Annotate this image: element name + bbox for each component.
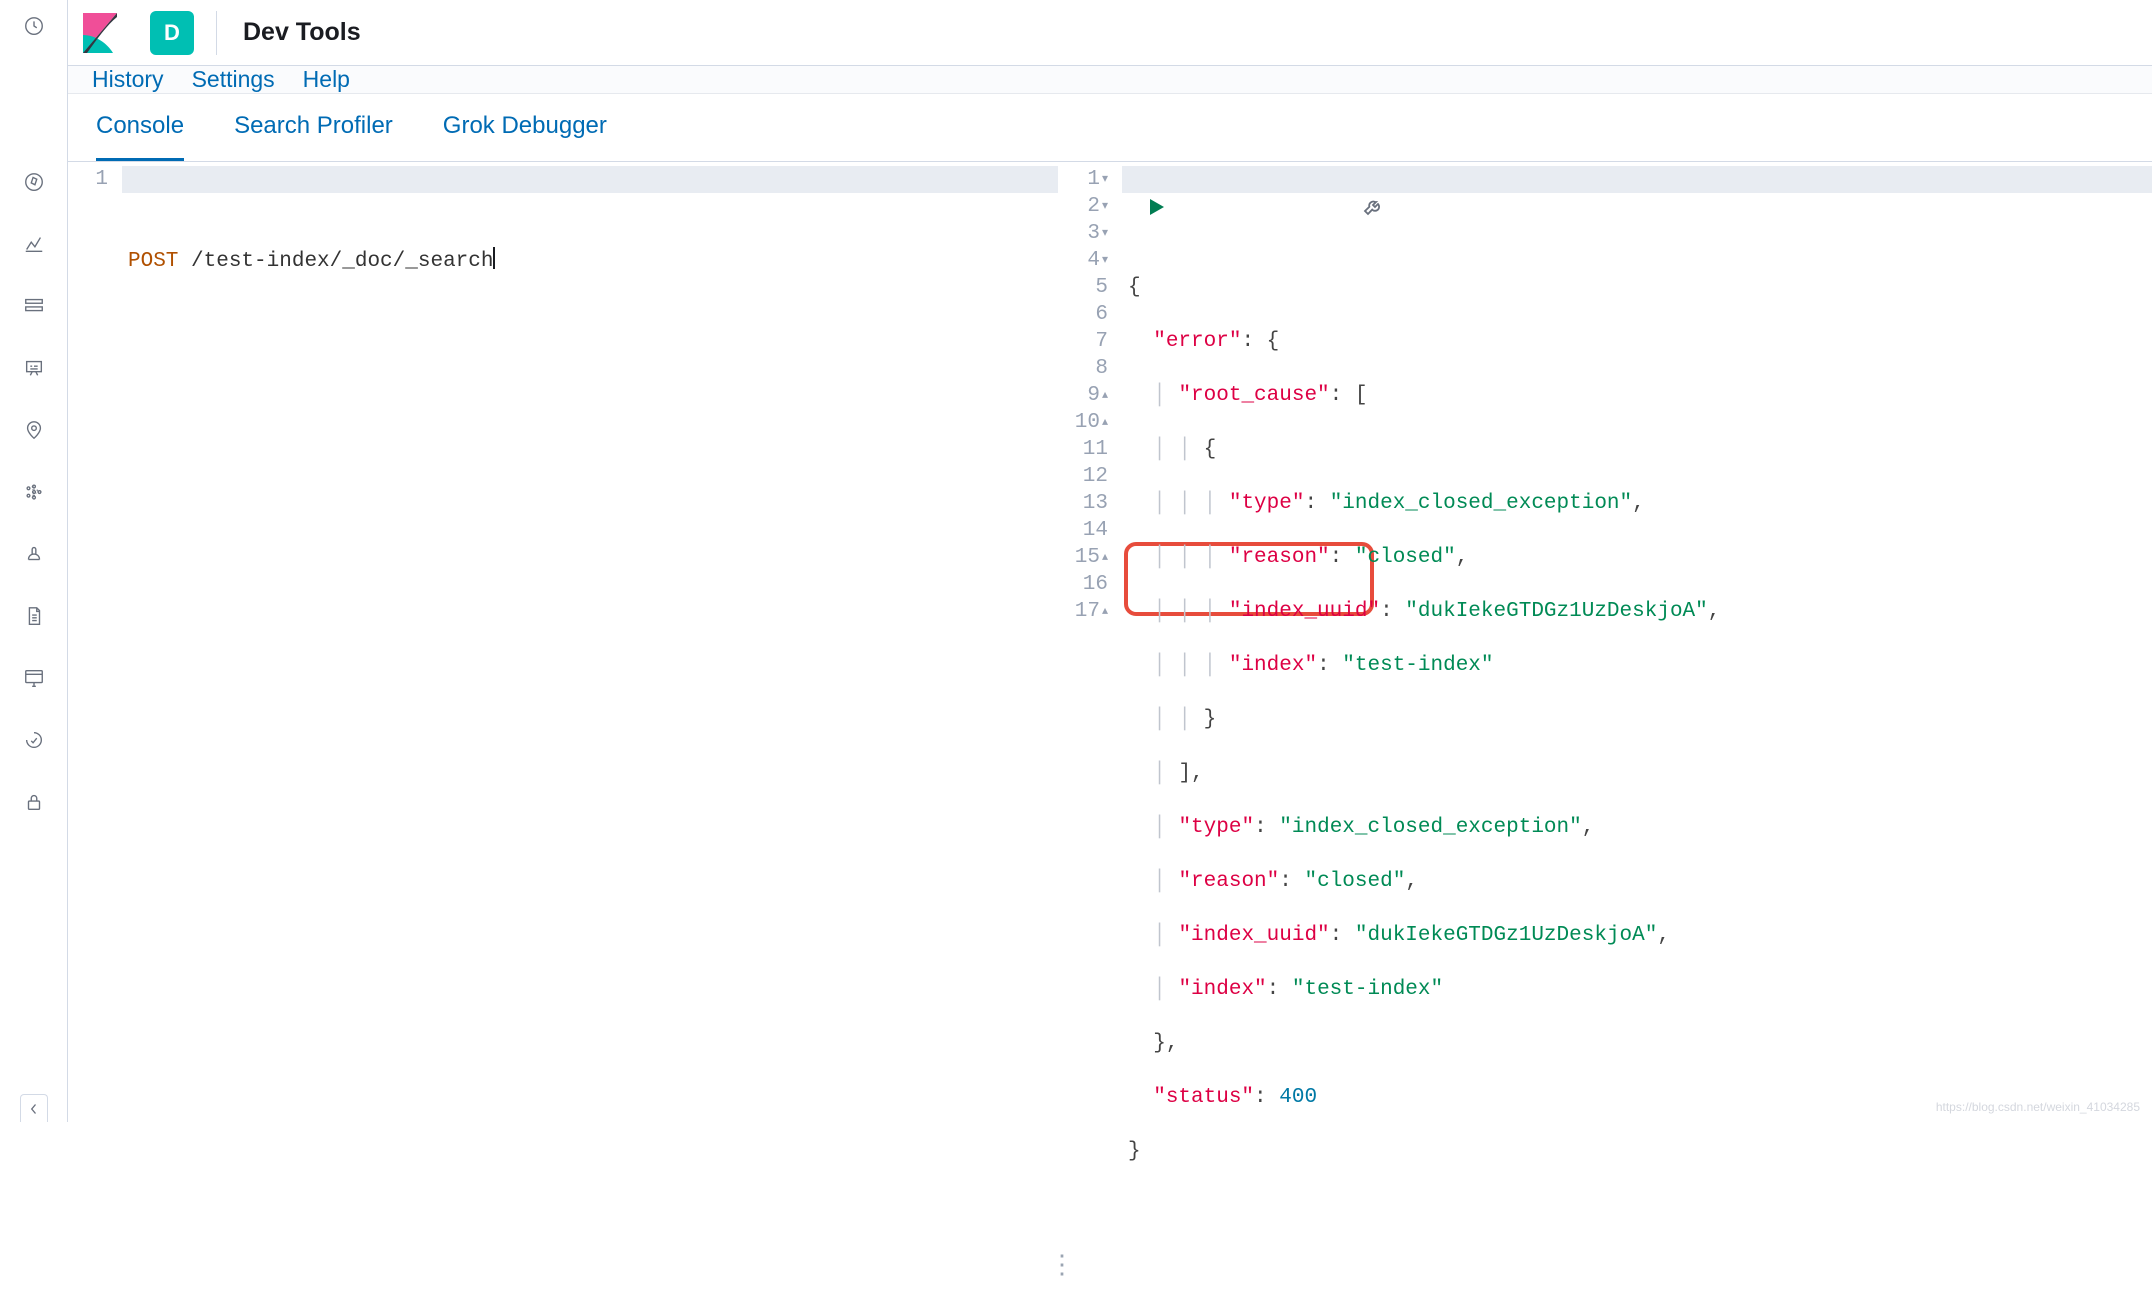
line-number: 16 — [1083, 573, 1108, 596]
tab-console[interactable]: Console — [96, 112, 184, 161]
line-number: 17 — [1075, 600, 1100, 623]
line-number: 10 — [1075, 411, 1100, 434]
topbar: D Dev Tools — [68, 0, 2152, 66]
discover-icon[interactable] — [20, 168, 48, 196]
line-number: 6 — [1095, 303, 1108, 326]
kibana-logo[interactable] — [68, 0, 132, 66]
line-number: 5 — [1095, 276, 1108, 299]
dashboard-icon[interactable] — [20, 292, 48, 320]
line-number: 1 — [68, 166, 112, 193]
line-number: 14 — [1083, 519, 1108, 542]
request-code[interactable]: POST /test-index/_doc/_search — [122, 162, 1058, 1304]
recent-icon[interactable] — [20, 12, 48, 40]
fold-icon[interactable]: ▴ — [1100, 415, 1108, 429]
menu-history[interactable]: History — [92, 66, 164, 93]
apm-icon[interactable] — [20, 664, 48, 692]
line-number: 7 — [1095, 330, 1108, 353]
logs-icon[interactable] — [20, 602, 48, 630]
split-handle[interactable]: ⋮ — [1056, 162, 1060, 1304]
line-number: 15 — [1075, 546, 1100, 569]
tab-search-profiler[interactable]: Search Profiler — [234, 112, 393, 161]
security-icon[interactable] — [20, 788, 48, 816]
global-sidebar — [0, 0, 68, 1122]
editor-split: 1 POST /test-index/_doc/_search — [68, 162, 2152, 1304]
active-line-highlight — [122, 166, 1058, 193]
infrastructure-icon[interactable] — [20, 540, 48, 568]
line-number: 9 — [1087, 384, 1100, 407]
fold-icon[interactable]: ▾ — [1100, 253, 1108, 267]
request-path: /test-index/_doc/_search — [178, 250, 493, 273]
line-number: 11 — [1083, 438, 1108, 461]
uptime-icon[interactable] — [20, 726, 48, 754]
maps-icon[interactable] — [20, 416, 48, 444]
page-title: Dev Tools — [243, 18, 361, 47]
response-json: { "error": { │ "root_cause": [ │ │ { │ │… — [1128, 247, 2152, 1219]
request-gutter: 1 — [68, 162, 122, 1304]
visualize-icon[interactable] — [20, 230, 48, 258]
fold-icon[interactable]: ▴ — [1100, 388, 1108, 402]
menu-settings[interactable]: Settings — [192, 66, 275, 93]
fold-icon[interactable]: ▴ — [1100, 604, 1108, 618]
menubar: History Settings Help — [68, 66, 2152, 94]
request-pane[interactable]: 1 POST /test-index/_doc/_search — [68, 162, 1058, 1304]
collapse-icon[interactable] — [20, 1094, 48, 1122]
text-cursor — [493, 247, 495, 269]
http-method: POST — [128, 250, 178, 273]
canvas-icon[interactable] — [20, 354, 48, 382]
ml-icon[interactable] — [20, 478, 48, 506]
line-number: 12 — [1083, 465, 1108, 488]
response-pane[interactable]: 1▾ 2▾ 3▾ 4▾ 5 6 7 8 9▴ 10▴ 11 12 13 14 1… — [1058, 162, 2152, 1304]
active-line-highlight — [1122, 166, 2152, 193]
menu-help[interactable]: Help — [303, 66, 350, 93]
tabs: Console Search Profiler Grok Debugger — [68, 94, 2152, 162]
fold-icon[interactable]: ▴ — [1100, 550, 1108, 564]
response-gutter: 1▾ 2▾ 3▾ 4▾ 5 6 7 8 9▴ 10▴ 11 12 13 14 1… — [1058, 162, 1122, 1304]
app-badge: D — [150, 11, 194, 55]
response-code[interactable]: { "error": { │ "root_cause": [ │ │ { │ │… — [1122, 162, 2152, 1304]
topbar-divider — [216, 11, 217, 55]
tab-grok-debugger[interactable]: Grok Debugger — [443, 112, 607, 161]
line-number: 8 — [1095, 357, 1108, 380]
line-number: 13 — [1083, 492, 1108, 515]
